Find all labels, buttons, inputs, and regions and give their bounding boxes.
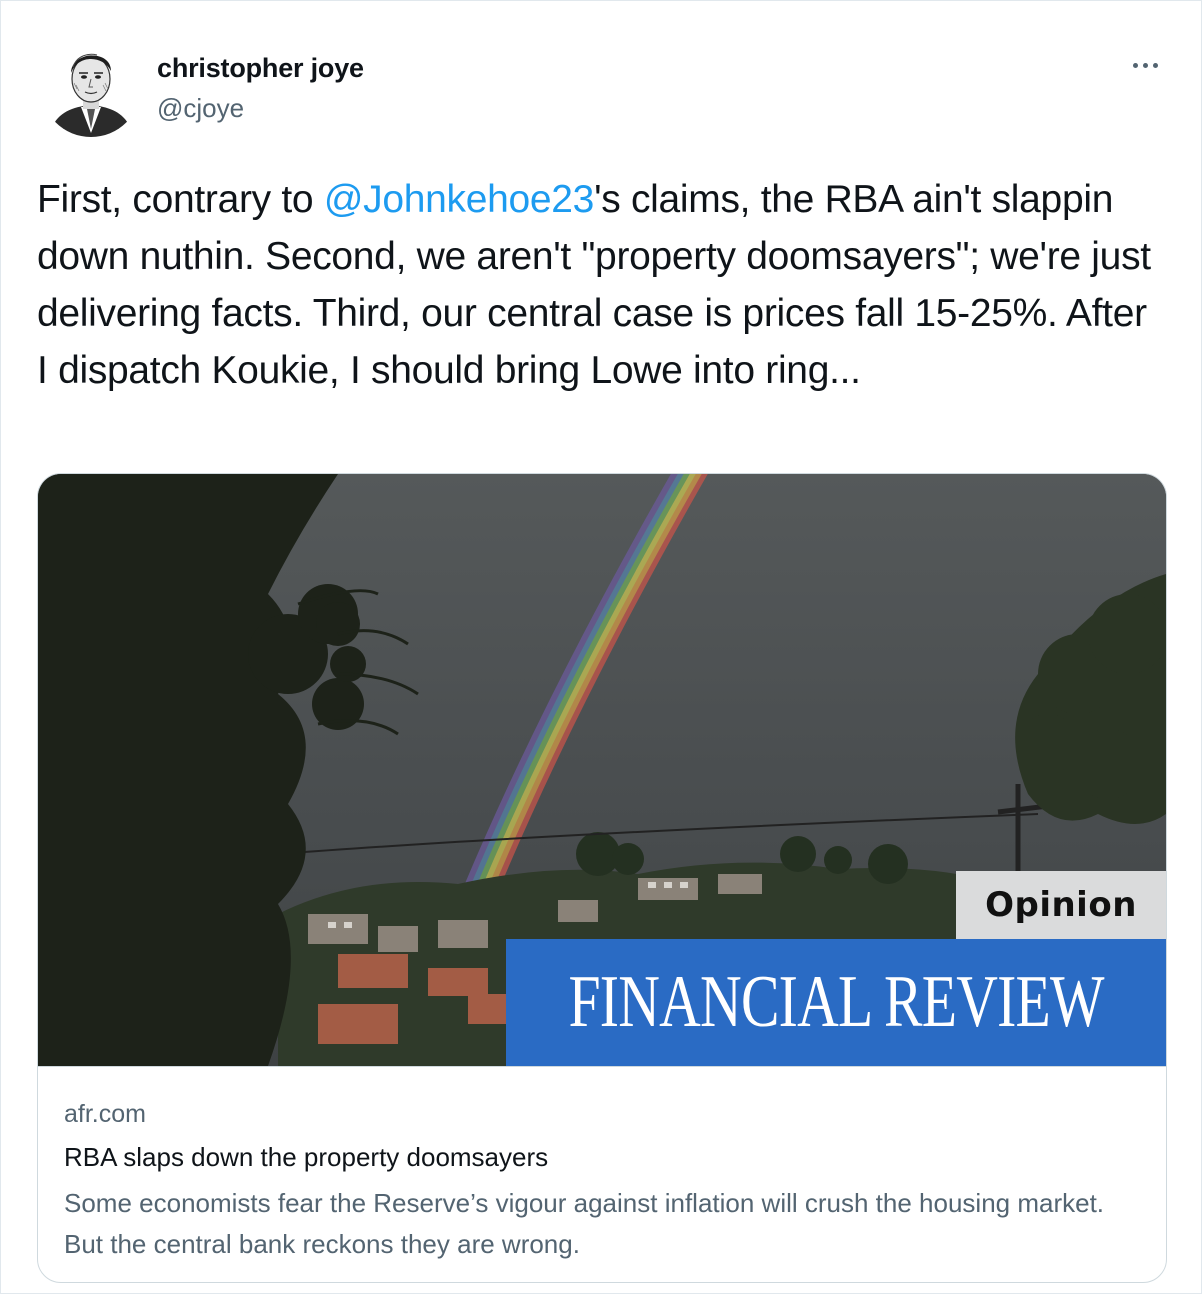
publication-banner: FINANCIAL REVIEW xyxy=(506,939,1166,1066)
link-preview-card[interactable]: Opinion FINANCIAL REVIEW afr.com RBA sla… xyxy=(37,473,1167,1283)
card-image: Opinion FINANCIAL REVIEW xyxy=(38,474,1166,1066)
card-divider xyxy=(38,1066,1166,1067)
more-options-icon[interactable] xyxy=(1125,55,1165,75)
card-domain: afr.com xyxy=(64,1100,146,1128)
tweet-text-before: First, contrary to xyxy=(37,178,324,221)
tweet-text: First, contrary to @Johnkehoe23's claims… xyxy=(37,171,1167,399)
tweet-container: christopher joye @cjoye First, contrary … xyxy=(0,0,1202,1294)
card-title[interactable]: RBA slaps down the property doomsayers xyxy=(64,1142,548,1173)
author-name[interactable]: christopher joye xyxy=(157,53,364,84)
card-description: Some economists fear the Reserve’s vigou… xyxy=(64,1188,1105,1259)
opinion-label: Opinion xyxy=(956,871,1166,939)
author-handle[interactable]: @cjoye xyxy=(157,93,244,124)
avatar-portrait-icon xyxy=(41,37,141,137)
mention-link[interactable]: @Johnkehoe23 xyxy=(324,178,595,221)
publication-banner-text: FINANCIAL REVIEW xyxy=(568,961,1104,1043)
avatar[interactable] xyxy=(41,37,141,137)
